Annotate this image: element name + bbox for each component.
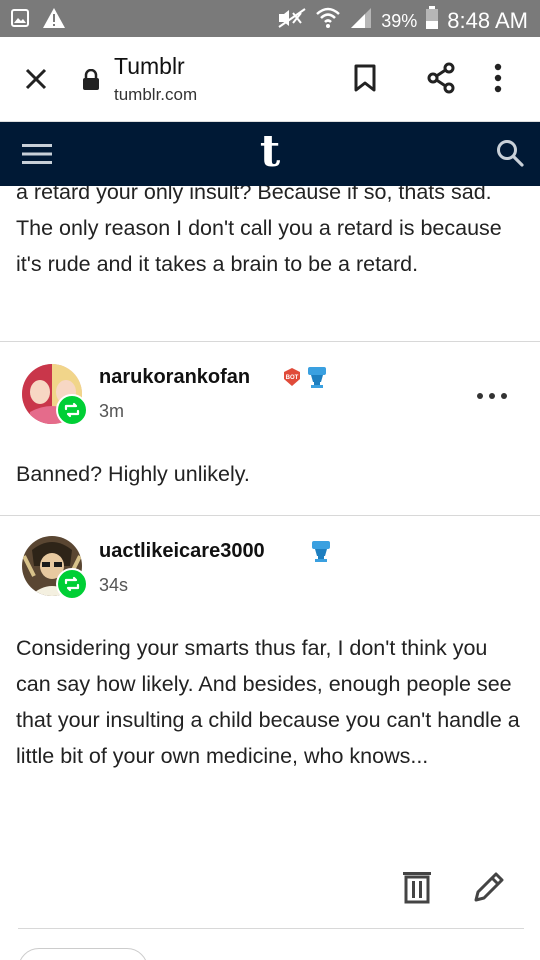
- signal-icon: [349, 7, 373, 35]
- divider: [0, 515, 540, 516]
- svg-text:BOT: BOT: [286, 375, 299, 381]
- post-time: 34s: [99, 575, 129, 595]
- share-icon[interactable]: [424, 61, 458, 100]
- lock-icon: [82, 68, 100, 96]
- mute-icon: [277, 7, 307, 35]
- search-icon[interactable]: [496, 139, 524, 172]
- page-url[interactable]: tumblr.com: [114, 85, 197, 105]
- trophy-badge-icon: [310, 539, 332, 568]
- post-username[interactable]: narukorankofan: [99, 366, 250, 389]
- divider: [18, 928, 524, 929]
- post-text: Banned? Highly unlikely.: [16, 462, 250, 486]
- tumblr-header: t: [0, 122, 540, 186]
- warning-icon: [42, 7, 66, 34]
- post-username[interactable]: uactlikeicare3000: [99, 540, 265, 563]
- post-thread: a retard your only insult? Because if so…: [0, 186, 540, 960]
- bookmark-icon[interactable]: [352, 63, 378, 98]
- image-icon: [10, 8, 30, 33]
- clock: 8:48 AM: [447, 8, 528, 33]
- post-time: 3m: [99, 401, 125, 421]
- battery-icon: [425, 6, 439, 36]
- post-text: a retard your only insult? Because if so…: [16, 186, 502, 276]
- battery-percent: 39%: [381, 10, 418, 31]
- trophy-badge-icon: [306, 365, 328, 394]
- edit-icon[interactable]: [472, 870, 506, 909]
- reblog-icon: [56, 394, 88, 426]
- reblog-icon: [56, 568, 88, 600]
- wifi-icon: [315, 6, 341, 36]
- status-bar: 39% 8:48 AM: [0, 0, 540, 37]
- delete-icon[interactable]: [402, 870, 432, 909]
- more-horizontal-icon[interactable]: [476, 388, 508, 406]
- close-icon[interactable]: [20, 63, 52, 95]
- tumblr-logo[interactable]: t: [0, 126, 540, 178]
- browser-toolbar: Tumblr tumblr.com: [0, 37, 540, 122]
- page-title: Tumblr: [114, 53, 185, 79]
- notes-pill[interactable]: [18, 948, 148, 960]
- more-vertical-icon[interactable]: [493, 63, 503, 98]
- bot-badge-icon: BOT: [283, 367, 301, 392]
- post-text: Considering your smarts thus far, I don'…: [16, 636, 520, 768]
- divider: [0, 341, 540, 342]
